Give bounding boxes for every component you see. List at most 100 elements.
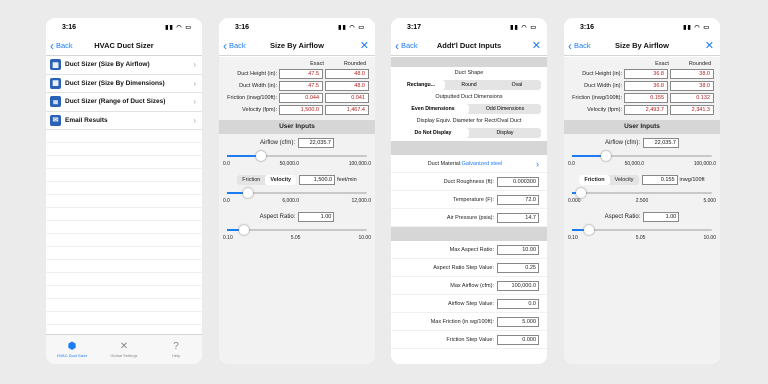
slider-knob[interactable] <box>583 225 594 235</box>
aspect-slider[interactable] <box>572 225 712 235</box>
field-input[interactable]: 0.000300 <box>497 176 539 187</box>
slider-knob[interactable] <box>243 188 254 198</box>
slider-knob[interactable] <box>238 225 249 235</box>
result-row: Duct Height (in): 36.8 38.0 <box>564 68 720 80</box>
field-input[interactable]: 14.7 <box>497 212 539 223</box>
field-label: Air Pressure (psia): <box>446 214 494 221</box>
tools-icon[interactable]: ✕ <box>705 39 714 52</box>
back-button[interactable]: ‹ Back <box>568 40 591 52</box>
opt-rectangular[interactable]: Rectangu... <box>397 80 445 90</box>
duct-material-row[interactable]: Duct Material: Galvanized steel › <box>391 155 547 173</box>
section-user-inputs: User Inputs <box>564 120 720 134</box>
menu-item-label: Email Results <box>65 116 108 124</box>
chevron-right-icon: › <box>193 60 196 70</box>
field-row: Max Airflow (cfm): 100,000.0 <box>391 277 547 295</box>
mail-icon: ✉ <box>50 114 61 126</box>
menu-item-label: Duct Sizer (Size By Dimensions) <box>65 79 165 87</box>
seg-friction[interactable]: Friction <box>237 175 265 185</box>
opt-round[interactable]: Round <box>445 80 493 90</box>
airflow-input[interactable]: 22,035.7 <box>298 138 334 148</box>
seg-velocity[interactable]: Velocity <box>265 175 297 185</box>
airflow-input[interactable]: 22,035.7 <box>643 138 679 148</box>
friction-slider[interactable] <box>572 188 712 198</box>
back-label: Back <box>56 41 73 50</box>
aspect-row: Aspect Ratio: 1.00 <box>564 210 720 224</box>
tab-hvac-duct-sizer[interactable]: ⬢ HVAC Duct Sizer <box>46 335 98 364</box>
phone-additional-inputs: 3:17 ▮▮ ◠ ▭ ‹ Back Addt'l Duct Inputs ✕ Du… <box>391 18 547 364</box>
menu-item-range-of-duct-sizes[interactable]: ≣ Duct Sizer (Range of Duct Sizes) › <box>46 93 202 112</box>
menu-item-email-results[interactable]: ✉ Email Results › <box>46 112 202 130</box>
tick-label: 5.000 <box>703 198 716 204</box>
velocity-ticks: 0.0 6,000.0 12,000.0 <box>223 198 371 205</box>
back-button[interactable]: ‹ Back <box>50 40 73 52</box>
rounded-value: 1,467.4 <box>325 105 369 115</box>
tick-label: 12,000.0 <box>351 198 371 204</box>
field-label: Max Airflow (cfm): <box>450 282 494 289</box>
rounded-value: 48.0 <box>325 69 369 79</box>
opt-odd[interactable]: Odd Dimensions <box>469 104 541 114</box>
opt-do-not-display[interactable]: Do Not Display <box>397 128 469 138</box>
tab-help[interactable]: ? Help <box>150 335 202 364</box>
status-bar: 3:16 ▮▮ ◠ ▭ <box>219 18 375 36</box>
material-label: Duct Material: <box>427 160 462 167</box>
friction-velocity-segment[interactable]: Friction Velocity <box>579 175 639 185</box>
menu-item-size-by-dimensions[interactable]: ▦ Duct Sizer (Size By Dimensions) › <box>46 75 202 93</box>
output-dims-label: Outputted Duct Dimensions <box>435 94 503 100</box>
row-label: Duct Height (in): <box>237 71 277 77</box>
airflow-slider[interactable] <box>227 151 367 161</box>
field-input[interactable]: 0.25 <box>497 262 539 273</box>
tick-label: 2.500 <box>635 198 649 204</box>
status-icons: ▮▮ ◠ ▭ <box>510 24 537 31</box>
display-diameter-segment[interactable]: Do Not Display Display <box>397 128 541 138</box>
chevron-right-icon: › <box>536 158 539 169</box>
back-label: Back <box>229 41 246 50</box>
exact-value: 2,493.7 <box>624 105 668 115</box>
status-bar: 3:16 ▮▮ ◠ ▭ <box>46 18 202 36</box>
field-input[interactable]: 0.0 <box>497 298 539 309</box>
row-label: Friction (inwg/100ft): <box>227 95 277 101</box>
tab-global-settings[interactable]: ✕ Global Settings <box>98 335 150 364</box>
field-input[interactable]: 5.000 <box>497 316 539 327</box>
velocity-slider[interactable] <box>227 188 367 198</box>
back-button[interactable]: ‹ Back <box>395 40 418 52</box>
friction-velocity-segment[interactable]: Friction Velocity <box>237 175 297 185</box>
menu-item-size-by-airflow[interactable]: ▦ Duct Sizer (Size By Airflow) › <box>46 56 202 75</box>
opt-display[interactable]: Display <box>469 128 541 138</box>
slider-knob[interactable] <box>600 151 611 161</box>
field-label: Max Friction (in wg/100ft): <box>430 318 494 325</box>
duct-shape-segment[interactable]: Rectangu... Round Oval <box>397 80 541 90</box>
output-dims-segment[interactable]: Even Dimensions Odd Dimensions <box>397 104 541 114</box>
seg-velocity[interactable]: Velocity <box>610 175 639 185</box>
airflow-slider[interactable] <box>572 151 712 161</box>
field-input[interactable]: 100,000.0 <box>497 280 539 291</box>
tools-icon[interactable]: ✕ <box>360 39 369 52</box>
slider-knob[interactable] <box>575 188 586 198</box>
velocity-input[interactable]: 1,500.0 <box>299 175 336 185</box>
field-input[interactable]: 10.00 <box>497 244 539 255</box>
rounded-value: 48.0 <box>325 81 369 91</box>
document-icon: ≣ <box>50 96 61 108</box>
material-value: Galvanized steel <box>461 160 503 167</box>
tick-label: 50,000.0 <box>279 161 300 167</box>
phone-size-by-airflow: 3:16 ▮▮ ◠ ▭ ‹ Back Size By Airflow ✕ Exact… <box>219 18 375 364</box>
slider-knob[interactable] <box>255 151 266 161</box>
nav-bar: ‹ Back Addt'l Duct Inputs ✕ <box>391 36 547 56</box>
field-input[interactable]: 72.0 <box>497 194 539 205</box>
rounded-value: 0.041 <box>325 93 369 103</box>
field-input[interactable]: 0.000 <box>497 334 539 345</box>
opt-even[interactable]: Even Dimensions <box>397 104 469 114</box>
grid-icon: ▦ <box>50 59 61 71</box>
display-diameter-label: Display Equiv. Diameter for Rect/Oval Du… <box>416 118 522 124</box>
friction-input[interactable]: 0.155 <box>641 175 678 185</box>
friction-ticks: 0.000 2.500 5.000 <box>568 198 716 205</box>
aspect-input[interactable]: 1.00 <box>643 212 680 222</box>
tools-icon[interactable]: ✕ <box>532 39 541 52</box>
content-area: Exact Rounded Duct Height (in): 36.8 38.0 D… <box>564 57 720 364</box>
opt-oval[interactable]: Oval <box>493 80 541 90</box>
duct-shape-label: Duct Shape <box>454 70 484 76</box>
aspect-input[interactable]: 1.00 <box>298 212 335 222</box>
seg-friction[interactable]: Friction <box>579 175 610 185</box>
aspect-slider[interactable] <box>227 225 367 235</box>
back-button[interactable]: ‹ Back <box>223 40 246 52</box>
tick-label: 50,000.0 <box>624 161 645 167</box>
